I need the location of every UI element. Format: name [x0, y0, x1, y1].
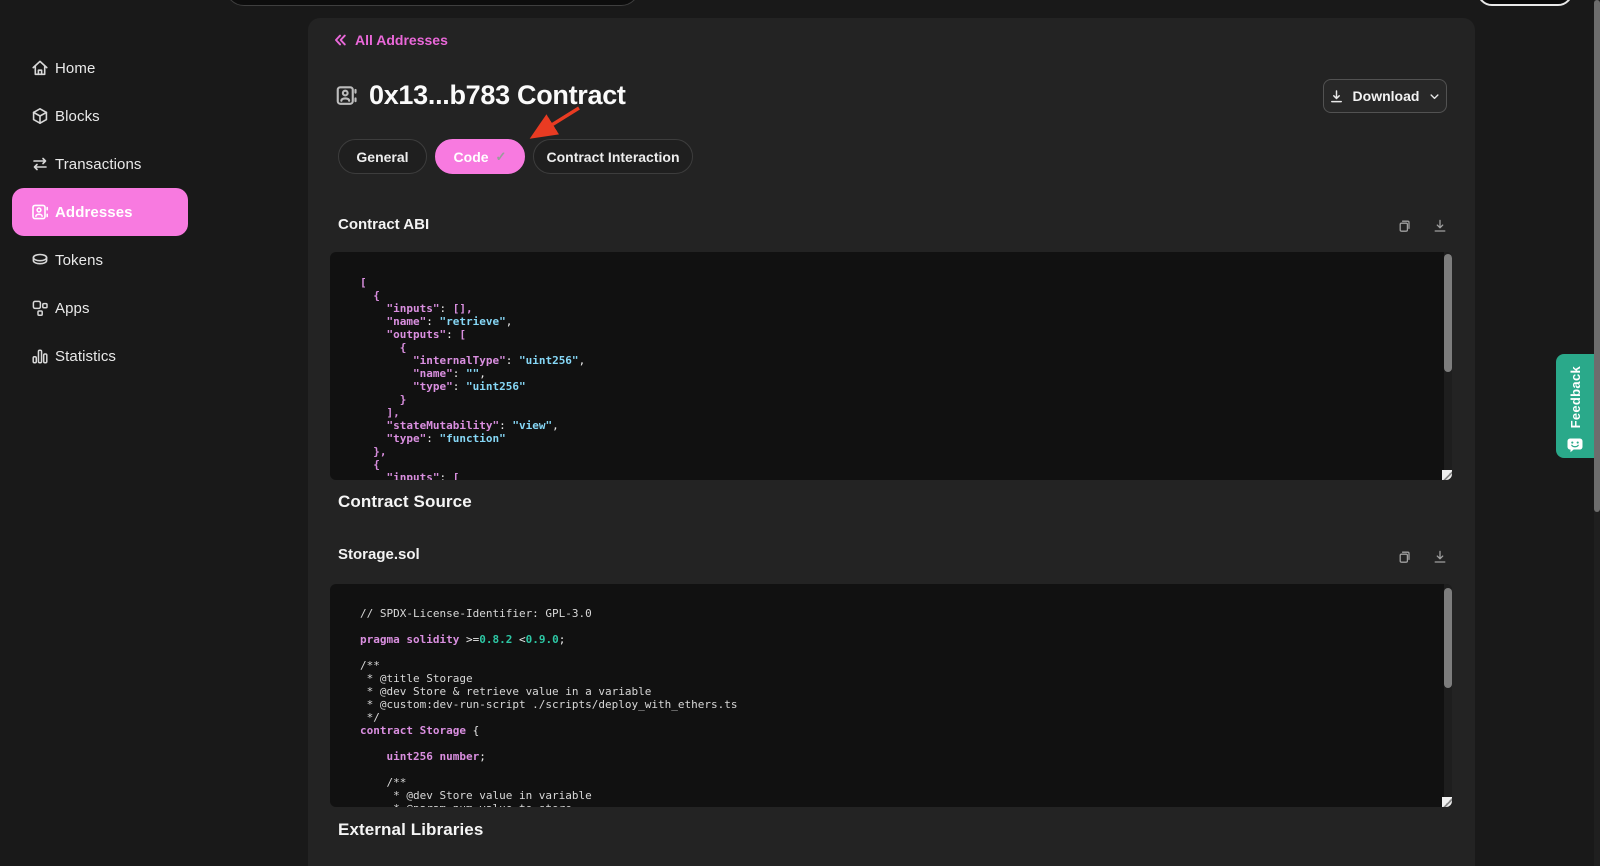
download-button-label: Download [1353, 88, 1420, 104]
contract-card-icon [334, 83, 359, 108]
breadcrumb[interactable]: All Addresses [332, 32, 448, 48]
resize-grip[interactable] [1442, 797, 1452, 807]
code-scrollbar-thumb[interactable] [1444, 588, 1452, 688]
sidebar-item-statistics[interactable]: Statistics [12, 332, 188, 380]
sidebar-item-addresses[interactable]: Addresses [12, 188, 188, 236]
code-scrollbar [1444, 584, 1452, 807]
download-icon [1328, 88, 1345, 105]
sidebar-item-label: Home [55, 60, 95, 77]
contract-abi-code-block[interactable]: [ { "inputs": [], "name": "retrieve", "o… [330, 252, 1452, 480]
feedback-label: Feedback [1568, 366, 1583, 428]
tab-label: General [356, 149, 408, 165]
copy-icon [1397, 549, 1413, 565]
page-scrollbar-thumb[interactable] [1594, 0, 1600, 512]
download-icon [1432, 549, 1448, 565]
download-abi-button[interactable] [1432, 218, 1448, 234]
sidebar-item-apps[interactable]: Apps [12, 284, 188, 332]
sidebar-item-home[interactable]: Home [12, 44, 188, 92]
section-title-contract-source: Contract Source [338, 492, 472, 512]
copy-abi-button[interactable] [1397, 218, 1413, 234]
code-scrollbar-thumb[interactable] [1444, 254, 1452, 372]
resize-grip[interactable] [1442, 470, 1452, 480]
feedback-button[interactable]: Feedback [1556, 354, 1594, 458]
sidebar-item-label: Addresses [55, 204, 133, 221]
arrows-swap-icon [30, 154, 50, 174]
sidebar-nav: Home Blocks Transactions [0, 44, 200, 380]
tab-label: Contract Interaction [546, 149, 679, 165]
sidebar-item-label: Blocks [55, 108, 100, 125]
sidebar-item-label: Statistics [55, 348, 116, 365]
sidebar-item-blocks[interactable]: Blocks [12, 92, 188, 140]
download-button[interactable]: Download [1323, 79, 1447, 113]
sidebar-item-label: Apps [55, 300, 90, 317]
double-chevron-left-icon [332, 32, 348, 48]
apps-grid-icon [30, 298, 50, 318]
source-file-name: Storage.sol [338, 546, 420, 563]
contract-source-code-block[interactable]: // SPDX-License-Identifier: GPL-3.0 prag… [330, 584, 1452, 807]
solidity-code: // SPDX-License-Identifier: GPL-3.0 prag… [330, 584, 1452, 807]
download-source-button[interactable] [1432, 549, 1448, 565]
sidebar: Home Blocks Transactions [0, 0, 308, 866]
contact-card-icon [30, 202, 50, 222]
chat-bubble-icon [1566, 436, 1584, 454]
code-scrollbar [1444, 252, 1452, 480]
annotation-arrow [512, 98, 592, 150]
check-icon: ✓ [496, 149, 507, 165]
chevron-down-icon [1427, 89, 1442, 104]
sidebar-item-tokens[interactable]: Tokens [12, 236, 188, 284]
topbar-pill-button[interactable] [1477, 0, 1573, 6]
coin-icon [30, 250, 50, 270]
home-icon [30, 58, 50, 78]
contract-code-page: { "theme": { "accent_pink": "#f87ae0", "… [0, 0, 1600, 866]
page-scrollbar [1594, 0, 1600, 866]
breadcrumb-label: All Addresses [355, 32, 448, 48]
main-panel: All Addresses 0x13...b783 Contract Downl… [308, 18, 1475, 866]
section-title-external-libraries: External Libraries [338, 820, 483, 840]
tab-general[interactable]: General [338, 139, 427, 174]
copy-icon [1397, 218, 1413, 234]
sidebar-item-transactions[interactable]: Transactions [12, 140, 188, 188]
bar-chart-icon [30, 346, 50, 366]
section-title-contract-abi: Contract ABI [338, 216, 429, 233]
sidebar-item-label: Tokens [55, 252, 103, 269]
copy-source-button[interactable] [1397, 549, 1413, 565]
download-icon [1432, 218, 1448, 234]
sidebar-item-label: Transactions [55, 156, 142, 173]
cube-icon [30, 106, 50, 126]
tab-label: Code [454, 149, 489, 165]
abi-code: [ { "inputs": [], "name": "retrieve", "o… [330, 252, 1452, 480]
